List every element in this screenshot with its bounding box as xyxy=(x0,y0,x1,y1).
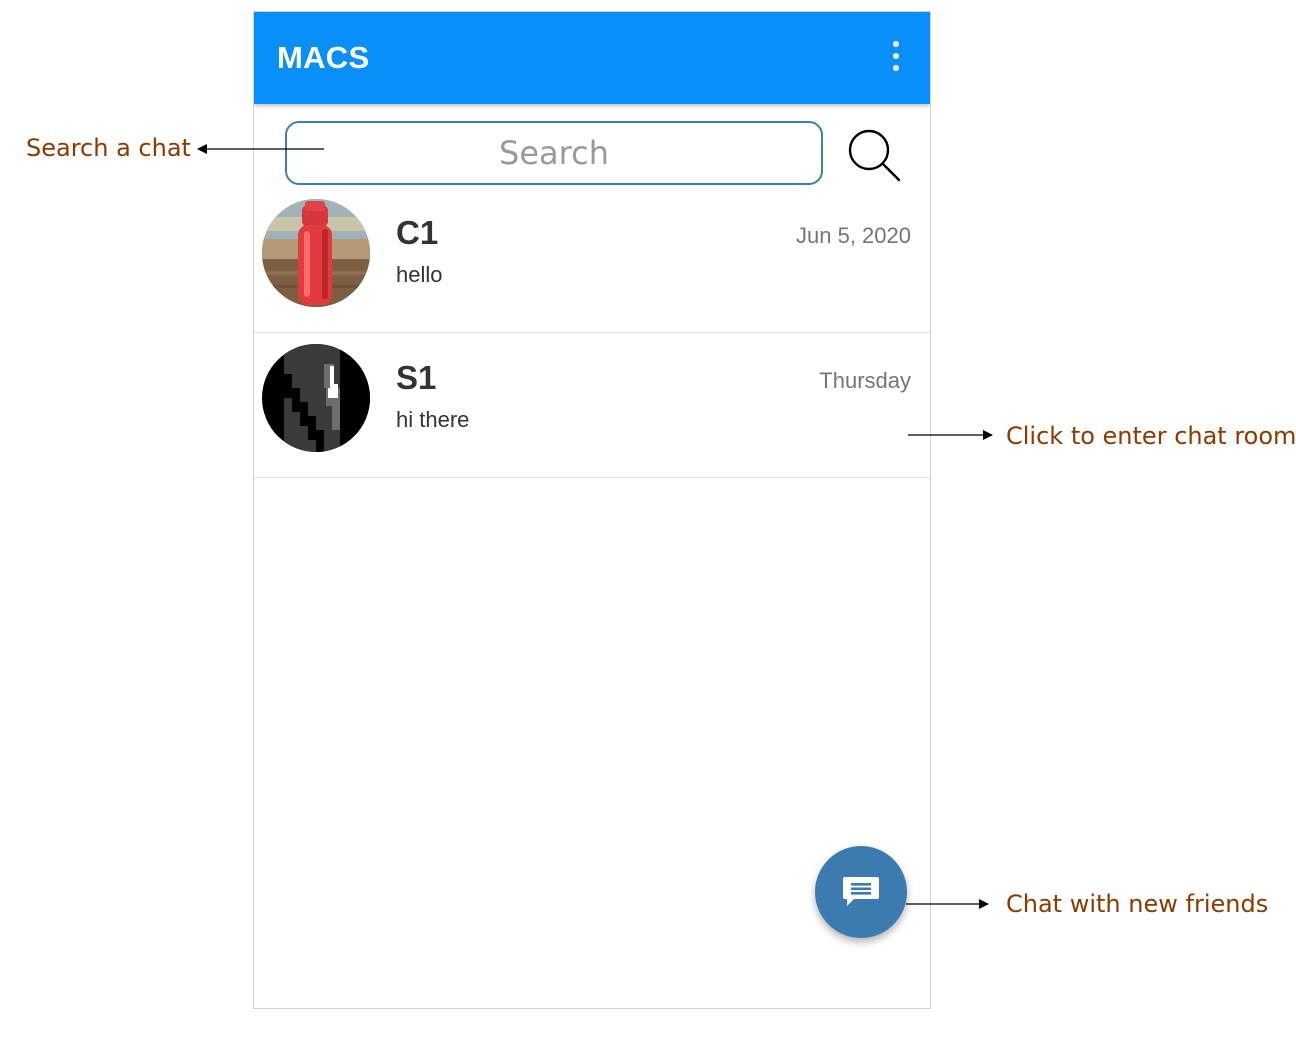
avatar xyxy=(262,344,370,452)
app-bar: MACS xyxy=(254,12,930,104)
chat-list-item[interactable]: C1 Jun 5, 2020 hello xyxy=(254,188,930,333)
annotation-search: Search a chat xyxy=(26,134,191,162)
red-bottle-photo xyxy=(262,199,370,307)
chat-time: Jun 5, 2020 xyxy=(796,223,911,248)
black-pixel-photo xyxy=(262,344,370,452)
search-icon[interactable] xyxy=(847,128,903,184)
new-chat-fab[interactable] xyxy=(815,846,907,938)
app-title: MACS xyxy=(277,40,370,75)
annotation-fab: Chat with new friends xyxy=(1006,890,1269,918)
chat-list-item[interactable]: S1 Thursday hi there xyxy=(254,333,930,478)
search-placeholder: Search xyxy=(499,134,609,172)
diagram-stage: MACS Search C1 Jun 5, 2020 hello S1 Thur… xyxy=(0,0,1296,1038)
avatar xyxy=(262,199,370,307)
chat-preview: hello xyxy=(396,262,443,287)
chat-time: Thursday xyxy=(819,368,911,393)
phone-screen: MACS Search C1 Jun 5, 2020 hello S1 Thur… xyxy=(253,11,931,1009)
search-input[interactable]: Search xyxy=(285,121,823,185)
chat-name: S1 xyxy=(396,359,437,396)
annotation-chat-item: Click to enter chat room xyxy=(1006,422,1296,450)
chat-preview: hi there xyxy=(396,407,470,432)
chat-name: C1 xyxy=(396,214,439,251)
more-vert-icon[interactable] xyxy=(890,41,902,73)
chat-bubble-icon xyxy=(843,877,879,906)
